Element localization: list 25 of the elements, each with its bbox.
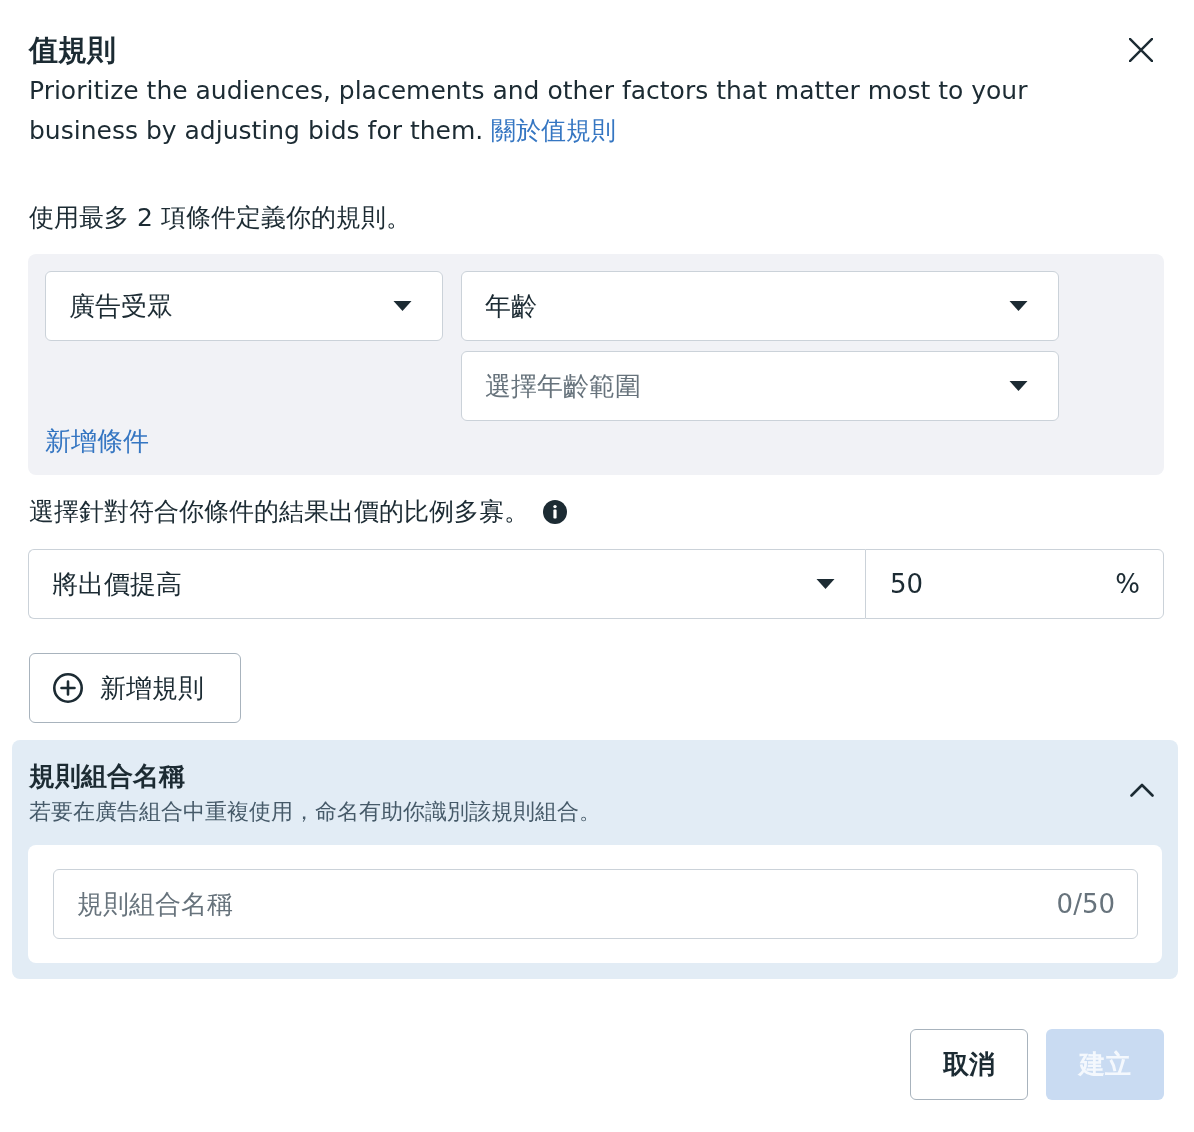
add-rule-button[interactable]: 新增規則	[29, 653, 241, 723]
info-icon[interactable]	[543, 500, 567, 524]
cancel-button[interactable]: 取消	[910, 1029, 1028, 1100]
category-dropdown[interactable]: 廣告受眾	[45, 271, 443, 341]
attribute-dropdown[interactable]: 年齡	[461, 271, 1059, 341]
close-icon[interactable]	[1129, 38, 1153, 62]
conditions-instruction: 使用最多 2 項條件定義你的規則。	[28, 202, 412, 234]
section-title: 規則組合名稱	[29, 760, 186, 793]
caret-icon	[393, 301, 412, 311]
percent-field[interactable]: 50 %	[865, 549, 1164, 619]
bid-action-dropdown[interactable]: 將出價提高	[28, 549, 865, 619]
chevron-up-icon[interactable]	[1130, 783, 1154, 797]
caret-icon	[1009, 381, 1028, 391]
add-condition-link[interactable]: 新增條件	[45, 425, 149, 457]
plus-circle-icon	[53, 673, 83, 703]
dialog-description: Prioritize the audiences, placements and other factors that matter most to your business by adjusting bids for them. 關於值規則	[28, 75, 1029, 147]
dialog-title: 值規則	[28, 32, 117, 68]
character-count: 0/50	[1056, 889, 1115, 919]
age-range-dropdown[interactable]: 選擇年齡範圍	[461, 351, 1059, 421]
name-input-field[interactable]: 規則組合名稱 0/50	[53, 869, 1138, 939]
help-link[interactable]: 關於值規則	[491, 116, 617, 145]
bid-instruction: 選擇針對符合你條件的結果出價的比例多寡。	[29, 496, 529, 528]
caret-icon	[1009, 301, 1028, 311]
section-subtitle: 若要在廣告組合中重複使用，命名有助你識別該規則組合。	[29, 798, 601, 826]
caret-icon	[816, 579, 835, 589]
